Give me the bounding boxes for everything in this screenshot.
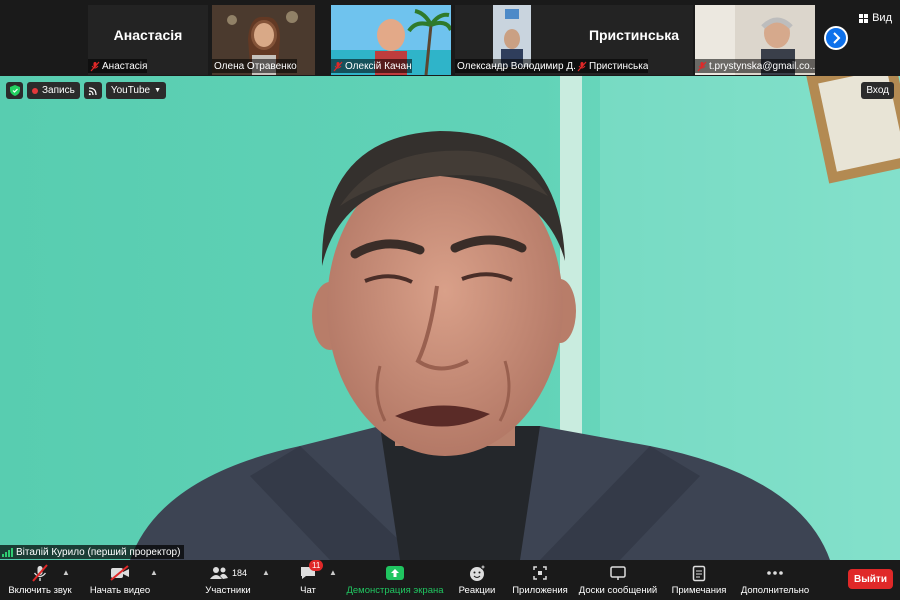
chevron-right-icon (833, 32, 841, 44)
participant-caption: Анастасія (88, 59, 148, 73)
participant-display-name: Анастасія (113, 27, 183, 43)
whiteboards-button[interactable]: Доски сообщений (578, 563, 658, 599)
security-button[interactable] (6, 82, 23, 99)
unmute-label: Включить звук (8, 585, 72, 596)
exit-fullscreen-button[interactable]: Вход (861, 82, 894, 99)
record-label: Запись (42, 85, 75, 96)
exit-label: Вход (866, 85, 889, 96)
participant-name: Олена Отравенко (214, 60, 297, 72)
notes-icon (692, 563, 706, 583)
participant-name: Анастасія (102, 60, 148, 72)
participants-button[interactable]: 184 Участники (200, 563, 256, 599)
participant-tile-2[interactable]: Олена Отравенко (212, 5, 315, 75)
smiley-plus-icon (468, 563, 486, 583)
participant-tile-6[interactable]: t.prystynska@gmail.co... (695, 5, 815, 75)
grid-view-icon (859, 13, 869, 23)
reactions-label: Реакции (458, 585, 496, 596)
participant-tile-1[interactable]: Анастасія Анастасія (88, 5, 208, 75)
participant-caption: t.prystynska@gmail.co... (695, 59, 815, 73)
mic-muted-icon (333, 61, 343, 72)
gallery-strip: Анастасія Анастасія Олена Отравенко Олек… (0, 0, 900, 76)
apps-label: Приложения (512, 585, 568, 596)
active-speaker-label: Віталій Курило (перший проректор) (0, 545, 185, 559)
speaker-video-feed (0, 76, 900, 560)
notes-label: Примечания (671, 585, 727, 596)
mic-muted-icon (577, 61, 587, 72)
broadcast-icon (88, 86, 97, 95)
reactions-button[interactable]: Реакции (455, 563, 499, 599)
participant-caption: Олексій Качан (331, 59, 412, 73)
share-screen-label: Демонстрация экрана (346, 585, 444, 596)
chat-unread-badge: 11 (309, 560, 324, 571)
notes-button[interactable]: Примечания (668, 563, 730, 599)
mic-muted-icon (90, 61, 100, 72)
share-screen-icon (385, 563, 405, 583)
participant-caption: Пристинська (575, 59, 649, 73)
active-speaker-video: Запись YouTube ▼ Вход Віталій Курило (пе… (0, 76, 900, 560)
participants-count: 184 (231, 568, 248, 578)
whiteboards-label: Доски сообщений (578, 585, 658, 596)
video-off-icon (110, 563, 130, 583)
meeting-toolbar: Включить звук ▲ Начать видео ▲ 184 Участ… (0, 560, 900, 600)
participant-display-name: Пристинська (588, 27, 680, 43)
start-video-label: Начать видео (89, 585, 151, 596)
video-options-caret[interactable]: ▲ (150, 568, 158, 577)
live-stream-status-button[interactable] (83, 82, 102, 99)
youtube-label: YouTube (110, 85, 151, 96)
whiteboard-icon (609, 563, 627, 583)
chat-button[interactable]: 11 Чат (290, 560, 326, 599)
youtube-stream-dropdown[interactable]: YouTube ▼ (105, 82, 167, 99)
participant-tile-3[interactable]: Олексій Качан (331, 5, 451, 75)
chat-icon-wrap: 11 (299, 560, 324, 583)
leave-label: Выйти (854, 573, 887, 585)
ellipsis-icon (766, 563, 784, 583)
participants-options-caret[interactable]: ▲ (262, 568, 270, 577)
chat-options-caret[interactable]: ▲ (329, 568, 337, 577)
apps-button[interactable]: Приложения (509, 563, 571, 599)
participant-tile-5[interactable]: Пристинська Пристинська (575, 5, 693, 75)
speaker-name: Віталій Курило (перший проректор) (16, 546, 181, 558)
meeting-top-controls: Запись YouTube ▼ (6, 82, 167, 99)
participant-tile-4[interactable]: Олександр Володимир Д... (455, 5, 575, 75)
participants-icon-wrap: 184 (209, 563, 247, 583)
participant-caption: Олена Отравенко (212, 59, 297, 73)
record-dot-icon (32, 87, 38, 94)
mic-muted-icon (31, 563, 49, 583)
participant-caption: Олександр Володимир Д... (455, 59, 575, 73)
audio-options-caret[interactable]: ▲ (62, 568, 70, 577)
view-button[interactable]: Вид (859, 12, 892, 24)
participant-name: Олександр Володимир Д... (457, 60, 575, 72)
participant-name: Олексій Качан (345, 60, 412, 72)
chat-label: Чат (300, 585, 316, 596)
mic-muted-icon (697, 61, 707, 72)
participant-name: t.prystynska@gmail.co... (709, 60, 815, 72)
more-button[interactable]: Дополнительно (738, 563, 812, 599)
share-screen-button[interactable]: Демонстрация экрана (345, 563, 445, 599)
caret-down-icon: ▼ (154, 87, 162, 94)
signal-strength-icon (2, 547, 13, 557)
view-label: Вид (872, 12, 892, 24)
shield-icon (9, 85, 20, 96)
recording-indicator[interactable]: Запись (27, 82, 80, 99)
people-icon (209, 567, 228, 579)
more-label: Дополнительно (740, 585, 810, 596)
apps-icon (532, 563, 548, 583)
participant-name: Пристинська (589, 60, 649, 72)
start-video-button[interactable]: Начать видео (88, 563, 152, 599)
participants-label: Участники (205, 585, 251, 596)
leave-meeting-button[interactable]: Выйти (848, 569, 893, 589)
next-page-button[interactable] (824, 26, 848, 50)
